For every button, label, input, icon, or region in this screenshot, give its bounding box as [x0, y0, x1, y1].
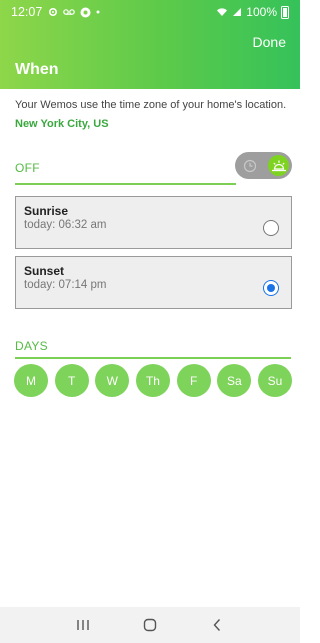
days-label: DAYS — [15, 339, 48, 353]
mode-underline — [15, 183, 236, 185]
home-location[interactable]: New York City, US — [15, 118, 109, 130]
option-label: Sunset — [24, 264, 65, 278]
recent-apps-button[interactable] — [73, 615, 93, 635]
time-sun-toggle[interactable] — [235, 152, 292, 179]
dot-icon — [96, 10, 100, 14]
battery-icon — [281, 5, 289, 19]
days-underline — [15, 357, 291, 359]
sunset-option[interactable]: Sunset today: 07:14 pm — [15, 256, 292, 309]
day-saturday[interactable]: Sa — [217, 364, 252, 397]
status-icons — [48, 7, 100, 18]
option-time: today: 06:32 am — [24, 219, 107, 231]
option-label: Sunrise — [24, 204, 69, 218]
day-thursday[interactable]: Th — [135, 364, 170, 397]
back-icon — [213, 619, 220, 631]
day-monday[interactable]: M — [14, 364, 48, 397]
status-bar: 12:07 100% — [0, 0, 300, 24]
system-nav-bar — [0, 607, 300, 643]
voicemail-icon — [63, 9, 76, 15]
settings-icon — [49, 7, 58, 17]
day-friday[interactable]: F — [176, 364, 211, 397]
mode-label: OFF — [15, 161, 40, 175]
sunrise-radio[interactable] — [263, 220, 279, 236]
battery-percent: 100% — [246, 5, 277, 19]
home-icon — [143, 618, 157, 632]
status-time: 12:07 — [11, 5, 43, 19]
option-time: today: 07:14 pm — [24, 279, 107, 291]
status-right: 100% — [216, 5, 289, 19]
sunset-radio[interactable] — [263, 280, 279, 296]
wifi-icon — [217, 8, 228, 16]
home-button[interactable] — [140, 615, 160, 635]
day-sunday[interactable]: Su — [257, 364, 292, 397]
done-button[interactable]: Done — [253, 34, 286, 50]
page-title: When — [15, 61, 59, 78]
recent-apps-icon — [77, 620, 90, 630]
sun-icon[interactable] — [268, 155, 289, 176]
timezone-description: Your Wemos use the time zone of your hom… — [15, 99, 287, 111]
day-tuesday[interactable]: T — [54, 364, 89, 397]
sunrise-option[interactable]: Sunrise today: 06:32 am — [15, 196, 292, 249]
back-button[interactable] — [207, 615, 227, 635]
day-wednesday[interactable]: W — [95, 364, 130, 397]
eye-icon — [80, 7, 91, 17]
mode-row: OFF — [15, 152, 292, 186]
signal-icon — [233, 8, 242, 16]
clock-icon[interactable] — [239, 155, 260, 176]
app-header: 12:07 100% Done When — [0, 0, 300, 89]
days-row: M T W Th F Sa Su — [14, 364, 292, 397]
